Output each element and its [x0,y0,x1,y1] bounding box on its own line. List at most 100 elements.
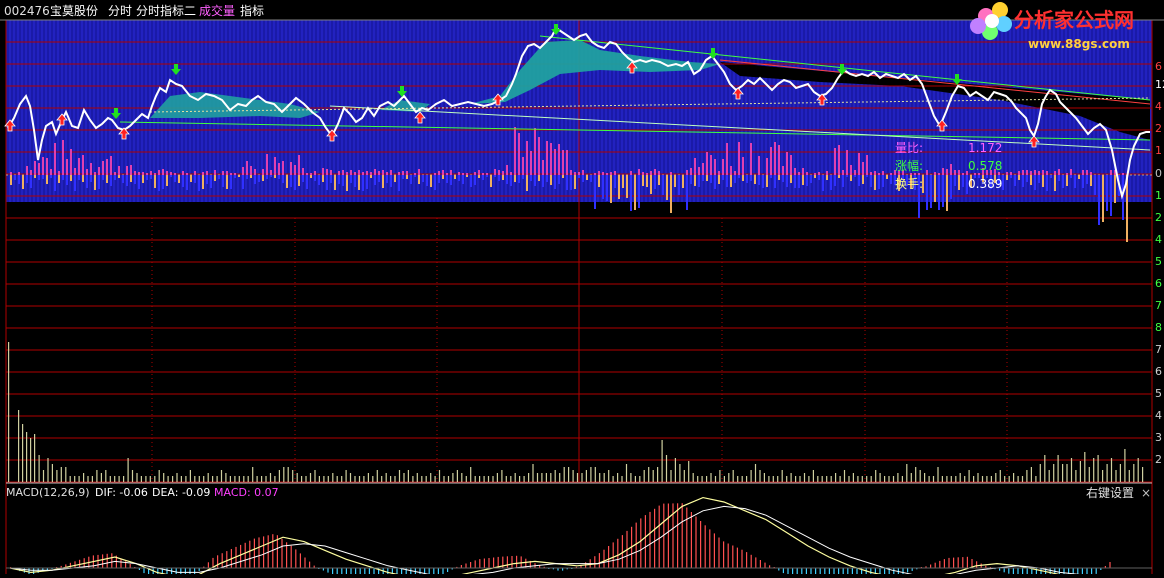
volume-bar [301,476,303,482]
volume-bar [91,476,93,482]
bar-positive [182,171,184,175]
bar-positive [354,172,356,175]
bar-positive [250,166,252,175]
bar-positive [934,172,936,175]
right-click-settings[interactable]: 右键设置 [1086,485,1134,500]
bar-negative [374,175,376,185]
bar-positive [234,173,236,175]
bar-positive [794,168,796,175]
macd-bar-positive [249,540,251,568]
macd-bar-positive [281,538,283,568]
bar-positive [186,173,188,175]
bar-negative [354,175,356,187]
bar-negative [174,175,176,182]
volume-bar [452,473,454,482]
volume-bar [688,461,690,482]
bar-negative [158,175,160,191]
macd-bar-positive [258,537,260,568]
bar-negative [630,175,632,211]
volume-bar [394,476,396,482]
volume-bar [114,476,116,482]
bar-positive [462,173,464,175]
menu-item-fenshi-indicator[interactable]: 分时指标二 [136,3,196,18]
bar-positive [1090,172,1092,175]
bar-negative [498,175,500,181]
bar-negative [170,175,172,177]
bar-positive [74,168,76,175]
menu-item-indicator[interactable]: 指标 [240,3,264,18]
bar-positive [614,171,616,175]
volume-bar [817,476,819,482]
volume-bar [492,476,494,482]
volume-bar [149,476,151,482]
macd-bar-negative [1077,568,1079,574]
bar-negative [466,175,468,177]
bar-positive [802,168,804,175]
bar-negative [942,175,944,207]
bar-negative [850,175,852,181]
volume-bar [341,476,343,482]
volume-bar [866,476,868,482]
bar-positive [654,169,656,175]
bar-negative [610,175,612,203]
bar-positive [30,170,32,175]
menu-item-volume[interactable]: 成交量 [199,3,235,18]
volume-bar [1026,470,1028,482]
macd-bar-negative [364,568,366,574]
macd-bar-negative [1035,568,1037,574]
bar-negative [246,175,248,179]
volume-bar [697,476,699,482]
right-axis-label: 5 [1155,387,1162,400]
macd-bar-positive [488,558,490,568]
volume-bar [919,470,921,482]
volume-bar [220,470,223,482]
bar-negative [402,175,404,179]
volume-bar [1124,449,1126,482]
bar-negative [878,175,880,189]
volume-bar [425,476,427,482]
chart-window: 61242101245678765432 002476 宝莫股份 分时 分时指标… [0,0,1164,578]
bar-negative [830,175,832,190]
bar-negative [474,175,476,185]
bar-negative [826,175,828,180]
bar-positive [814,173,816,175]
bar-negative [1110,175,1112,216]
volume-bar [292,470,294,482]
bar-positive [298,155,300,175]
volume-bar [559,473,561,482]
macd-bar-positive [483,558,485,568]
bar-negative [650,175,652,194]
macd-bar-negative [842,568,844,574]
bar-negative [1038,175,1040,183]
volume-bar [252,467,254,482]
volume-bar [928,476,930,482]
bar-positive [734,171,736,175]
macd-bar-negative [345,568,347,574]
volume-bar [643,470,645,482]
bar-positive [706,152,708,175]
macd-bar-positive [612,542,614,568]
bar-positive [446,173,448,175]
macd-bar-positive [640,518,642,568]
volume-bar [225,473,227,482]
volume-bar [648,467,650,482]
bar-positive [1006,172,1008,175]
volume-bar [1084,452,1086,482]
volume-bar [990,476,992,482]
bar-positive [758,156,760,175]
macd-bar-positive [677,503,679,568]
bar-negative [434,175,436,190]
bar-negative [274,175,276,178]
close-icon[interactable]: × [1141,486,1151,500]
macd-bar-negative [907,568,909,573]
bar-positive [958,170,960,175]
volume-bar [358,476,361,482]
menu-item-fenshi[interactable]: 分时 [108,4,132,18]
volume-bar [808,476,810,482]
volume-bar [861,476,863,482]
bar-positive [474,172,476,175]
volume-bar [875,470,877,482]
bar-negative [686,175,688,210]
bar-positive [134,171,136,175]
bar-positive [950,164,952,175]
